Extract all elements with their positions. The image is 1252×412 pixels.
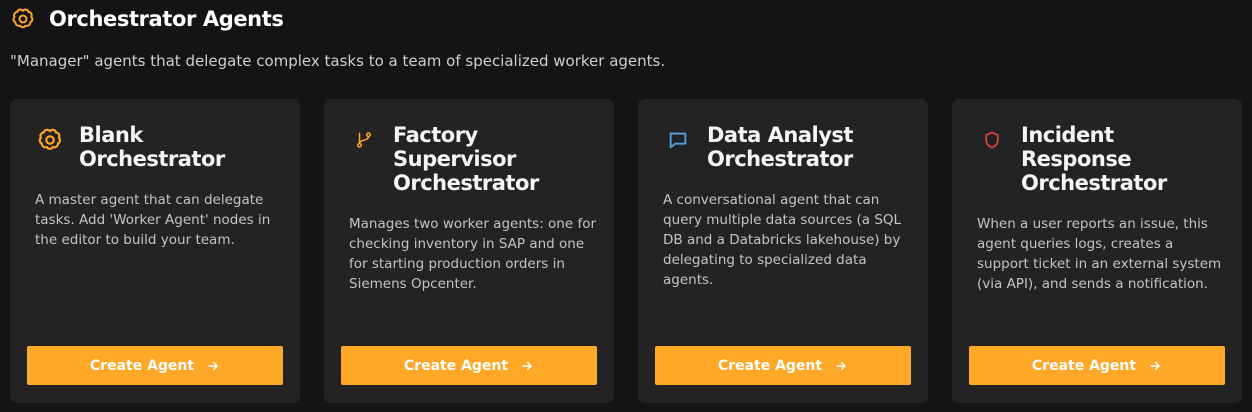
button-label: Create Agent — [403, 357, 509, 374]
arrow-right-icon — [520, 359, 534, 373]
card-title-row: Factory Supervisor Orchestrator — [349, 123, 600, 195]
arrow-right-icon — [206, 359, 220, 373]
card-title: Incident Response Orchestrator — [1021, 123, 1167, 195]
create-agent-button[interactable]: Create Agent — [655, 346, 911, 385]
agent-card-factory-supervisor-orchestrator: Factory Supervisor Orchestrator Manages … — [324, 99, 614, 403]
section-header: Orchestrator Agents — [9, 4, 284, 34]
card-description: A conversational agent that can query mu… — [663, 192, 902, 288]
chat-bubble-icon — [663, 125, 693, 155]
create-agent-button[interactable]: Create Agent — [341, 346, 597, 385]
arrow-right-icon — [834, 359, 848, 373]
button-label: Create Agent — [1031, 357, 1137, 374]
card-description: Manages two worker agents: one for check… — [349, 216, 597, 292]
card-description: When a user reports an issue, this agent… — [977, 216, 1222, 292]
orchestrator-card-list: Blank Orchestrator A master agent that c… — [10, 99, 1242, 403]
agent-card-data-analyst-orchestrator: Data Analyst Orchestrator A conversation… — [638, 99, 928, 403]
card-title-row: Incident Response Orchestrator — [977, 123, 1228, 195]
agent-card-blank-orchestrator: Blank Orchestrator A master agent that c… — [10, 99, 300, 403]
card-title-row: Data Analyst Orchestrator — [663, 123, 914, 171]
agent-card-incident-response-orchestrator: Incident Response Orchestrator When a us… — [952, 99, 1242, 403]
button-label: Create Agent — [89, 357, 195, 374]
shield-icon — [977, 125, 1007, 155]
button-label: Create Agent — [717, 357, 823, 374]
arrow-right-icon — [1148, 359, 1162, 373]
git-branch-icon — [349, 125, 379, 155]
card-description: A master agent that can delegate tasks. … — [35, 192, 271, 248]
card-title: Data Analyst Orchestrator — [707, 123, 853, 171]
card-title: Factory Supervisor Orchestrator — [393, 123, 539, 195]
card-title-row: Blank Orchestrator — [35, 123, 286, 171]
card-title: Blank Orchestrator — [79, 123, 225, 171]
create-agent-button[interactable]: Create Agent — [969, 346, 1225, 385]
page-subtitle: "Manager" agents that delegate complex t… — [10, 52, 666, 70]
brain-icon — [35, 125, 65, 155]
create-agent-button[interactable]: Create Agent — [27, 346, 283, 385]
brain-icon — [9, 5, 37, 33]
page-title: Orchestrator Agents — [49, 7, 284, 31]
